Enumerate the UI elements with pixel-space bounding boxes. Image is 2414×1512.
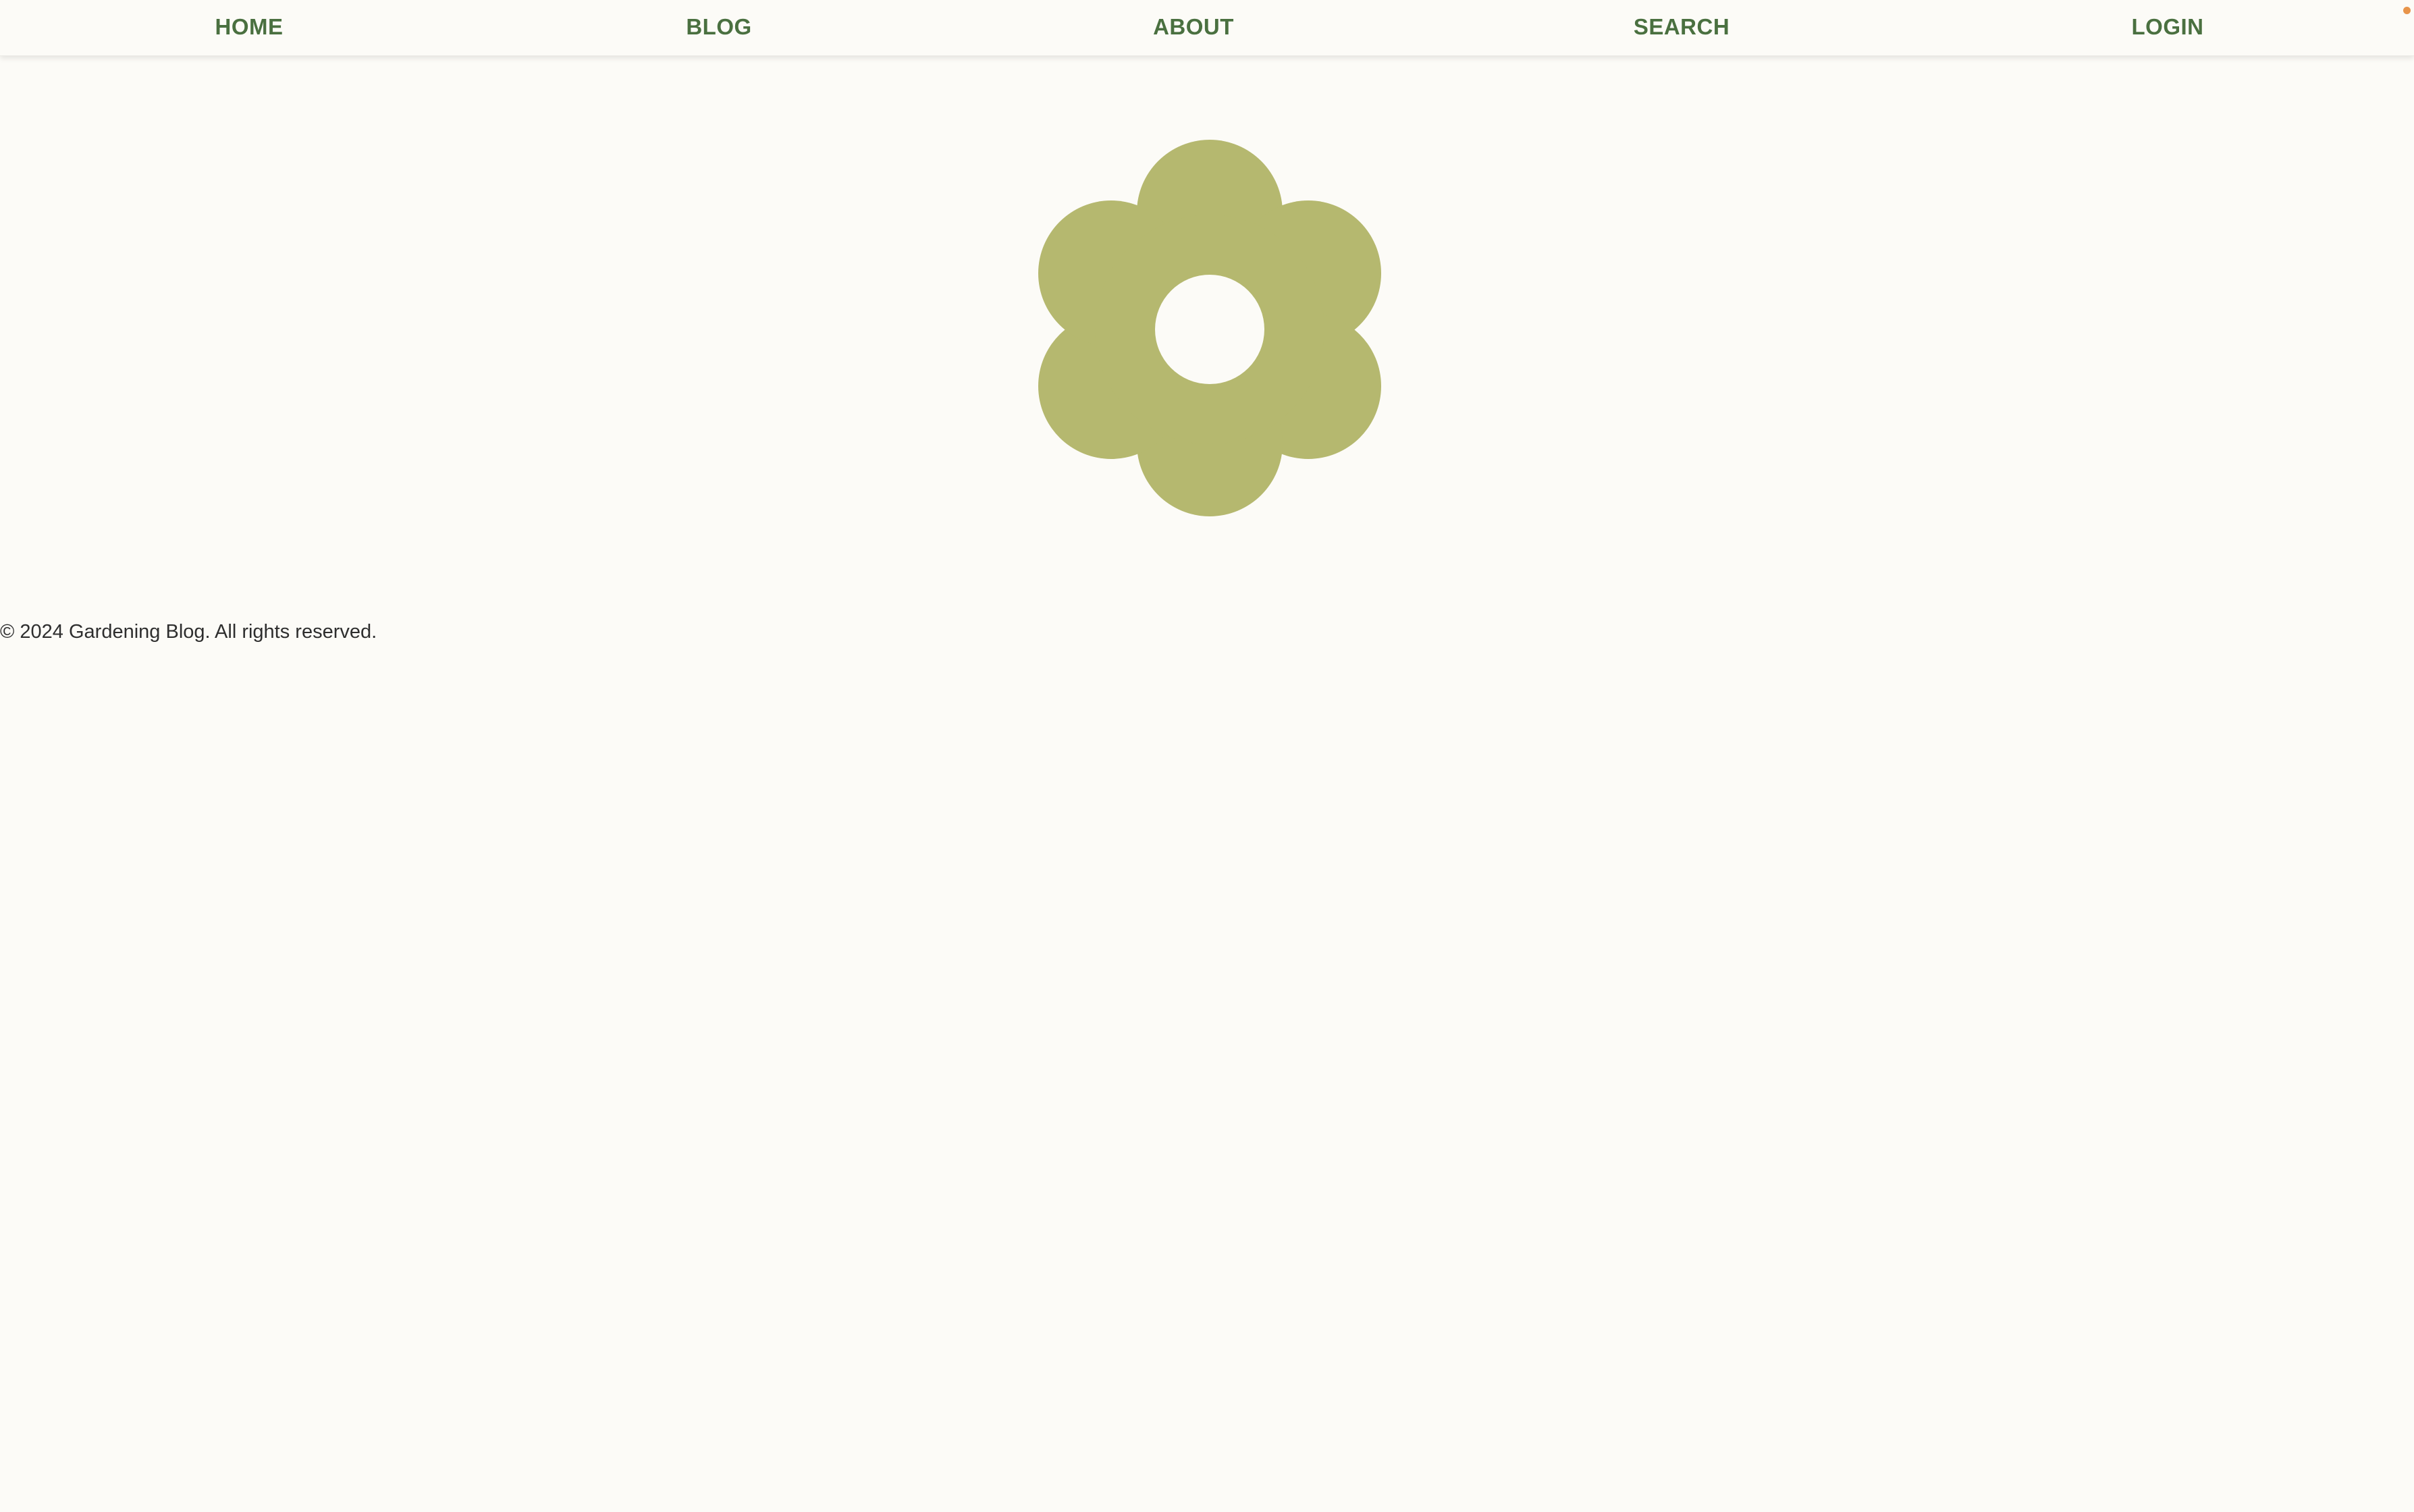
nav-login-link[interactable]: LOGIN <box>2132 0 2204 54</box>
nav-blog-link[interactable]: BLOG <box>686 0 751 54</box>
nav-about-link[interactable]: ABOUT <box>1153 0 1234 54</box>
footer-copyright: © 2024 Gardening Blog. All rights reserv… <box>0 621 377 643</box>
flower-center <box>1155 275 1264 384</box>
nav-search-link[interactable]: SEARCH <box>1634 0 1729 54</box>
flower-icon <box>1038 140 1381 516</box>
nav-home-link[interactable]: HOME <box>215 0 284 54</box>
top-navigation: HOME BLOG ABOUT SEARCH LOGIN <box>0 0 2414 56</box>
notification-dot <box>2403 7 2411 14</box>
